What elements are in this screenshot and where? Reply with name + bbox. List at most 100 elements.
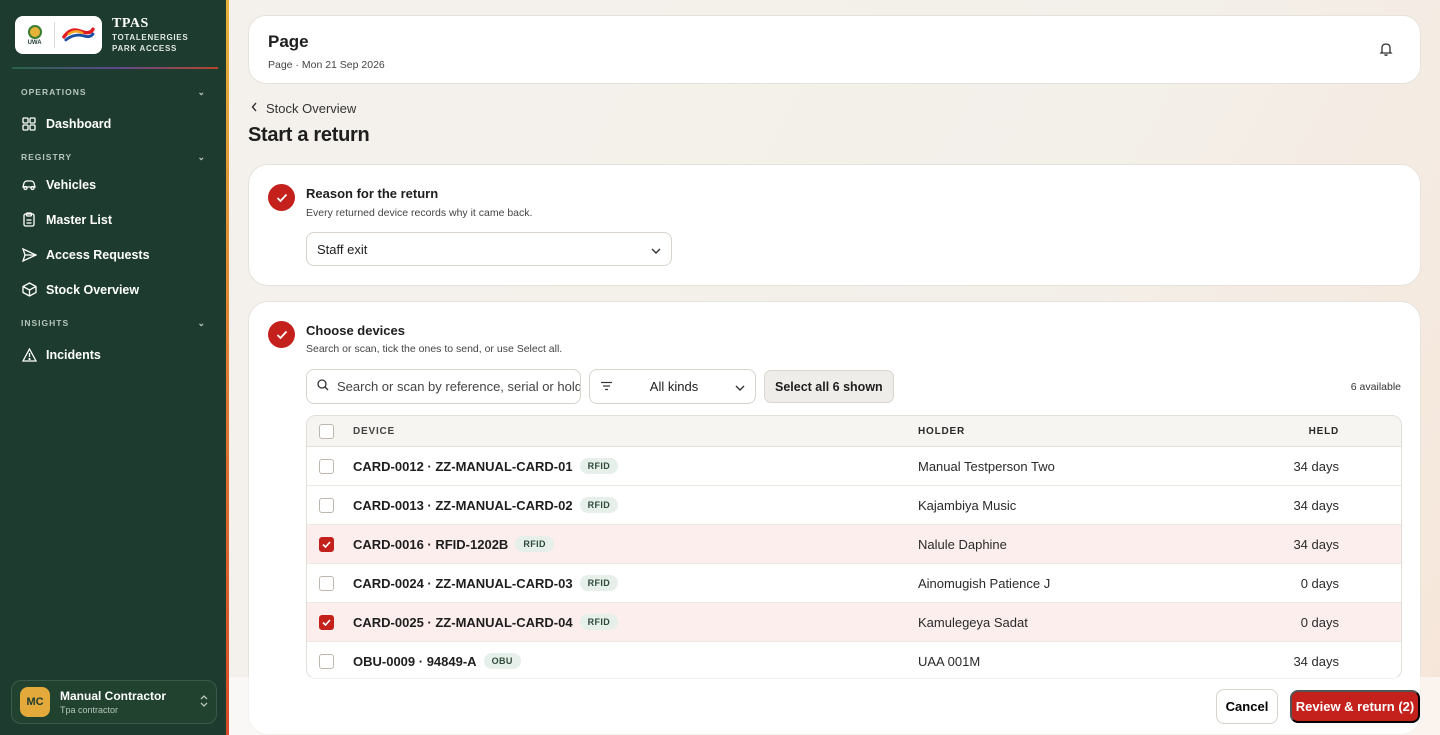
- holder-name: Ainomugish Patience J: [918, 575, 1051, 591]
- user-menu[interactable]: MC Manual Contractor Tpa contractor: [11, 680, 217, 724]
- sidebar-item-master-list[interactable]: Master List: [0, 202, 226, 237]
- brand-logo: UWA: [15, 16, 102, 54]
- table-row[interactable]: CARD-0024 · ZZ-MANUAL-CARD-03 RFID Ainom…: [307, 564, 1401, 603]
- device-kind-badge: RFID: [579, 458, 619, 474]
- row-checkbox[interactable]: [319, 575, 334, 591]
- held-duration: 0 days: [1300, 575, 1339, 591]
- brand[interactable]: UWA TPAS TOTALENERGIES PARK ACCESS: [15, 16, 188, 54]
- sidebar-item-vehicles[interactable]: Vehicles: [0, 167, 226, 202]
- row-checkbox[interactable]: [319, 497, 334, 513]
- brand-subtitle-2: PARK ACCESS: [112, 44, 178, 53]
- table-row[interactable]: CARD-0016 · RFID-1202B RFID Nalule Daphi…: [307, 525, 1401, 564]
- section-insights[interactable]: INSIGHTS ⌄: [0, 313, 226, 333]
- sidebar-item-stock-overview[interactable]: Stock Overview: [0, 272, 226, 307]
- reason-card: Reason for the return Every returned dev…: [248, 164, 1421, 286]
- check-icon: [268, 184, 295, 211]
- devices-subtitle: Search or scan, tick the ones to send, o…: [306, 343, 563, 355]
- bell-icon[interactable]: [1378, 41, 1394, 57]
- held-duration: 0 days: [1300, 614, 1339, 630]
- select-all-button[interactable]: Select all 6 shown: [764, 370, 894, 403]
- device-name: OBU-0009 · 94849-A: [353, 653, 477, 669]
- table-row[interactable]: CARD-0025 · ZZ-MANUAL-CARD-04 RFID Kamul…: [307, 603, 1401, 642]
- device-kind-badge: OBU: [483, 653, 521, 669]
- clipboard-icon: [21, 212, 37, 228]
- devices-table: DEVICE HOLDER HELD CARD-0012 · ZZ-MANUAL…: [306, 415, 1402, 679]
- car-icon: [21, 177, 37, 193]
- devices-card: Choose devices Search or scan, tick the …: [248, 301, 1421, 735]
- kind-filter-select[interactable]: All kinds: [589, 369, 756, 404]
- totalenergies-logo-icon: [62, 27, 95, 42]
- check-icon: [322, 540, 331, 548]
- device-name: CARD-0024 · ZZ-MANUAL-CARD-03: [353, 575, 573, 591]
- check-icon: [268, 321, 295, 348]
- search-icon: [317, 379, 329, 394]
- reason-select[interactable]: Staff exit: [306, 232, 672, 266]
- warning-icon: [21, 347, 37, 363]
- chevron-up-down-icon: [200, 694, 208, 710]
- brand-title: TPAS: [112, 16, 149, 31]
- brand-divider: [12, 67, 218, 69]
- sidebar-item-dashboard[interactable]: Dashboard: [0, 106, 226, 141]
- held-duration: 34 days: [1293, 458, 1339, 474]
- chevron-down-icon: ⌄: [197, 317, 206, 328]
- device-name: CARD-0012 · ZZ-MANUAL-CARD-01: [353, 458, 573, 474]
- sidebar-nav: OPERATIONS ⌄ Dashboard REGISTRY ⌄ Vehicles…: [0, 82, 226, 372]
- row-checkbox[interactable]: [319, 614, 334, 630]
- column-holder: HOLDER: [918, 425, 966, 437]
- search-input[interactable]: Search or scan by reference, serial or h…: [306, 369, 581, 404]
- top-bar: Page Page · Mon 21 Sep 2026: [248, 15, 1421, 84]
- holder-name: Manual Testperson Two: [918, 458, 1055, 474]
- chevron-down-icon: [651, 242, 661, 257]
- uwa-logo-icon: UWA: [21, 20, 48, 50]
- table-row[interactable]: OBU-0009 · 94849-A OBU UAA 001M 34 days: [307, 642, 1401, 678]
- devices-title: Choose devices: [306, 323, 405, 338]
- table-row[interactable]: CARD-0013 · ZZ-MANUAL-CARD-02 RFID Kajam…: [307, 486, 1401, 525]
- sidebar-item-access-requests[interactable]: Access Requests: [0, 237, 226, 272]
- cancel-button[interactable]: Cancel: [1216, 689, 1278, 724]
- holder-name: Kajambiya Music: [918, 497, 1017, 513]
- table-header: DEVICE HOLDER HELD: [307, 416, 1401, 447]
- check-icon: [322, 618, 331, 626]
- sidebar-item-incidents[interactable]: Incidents: [0, 337, 226, 372]
- holder-name: Nalule Daphine: [918, 536, 1007, 552]
- sidebar: UWA TPAS TOTALENERGIES PARK ACCESS OPERA…: [0, 0, 226, 735]
- held-duration: 34 days: [1293, 653, 1339, 669]
- grid-icon: [21, 116, 37, 132]
- select-all-checkbox[interactable]: [319, 423, 334, 439]
- holder-name: UAA 001M: [918, 653, 981, 669]
- reason-select-value: Staff exit: [317, 241, 368, 257]
- send-icon: [21, 247, 37, 263]
- search-placeholder: Search or scan by reference, serial or h…: [337, 379, 581, 394]
- filter-icon: [600, 379, 613, 394]
- brand-subtitle-1: TOTALENERGIES: [112, 33, 189, 42]
- row-checkbox[interactable]: [319, 653, 334, 669]
- chevron-down-icon: [735, 379, 745, 394]
- section-operations[interactable]: OPERATIONS ⌄: [0, 82, 226, 102]
- section-registry[interactable]: REGISTRY ⌄: [0, 147, 226, 167]
- row-checkbox[interactable]: [319, 458, 334, 474]
- review-return-button[interactable]: Review & return (2): [1290, 690, 1420, 723]
- device-name: CARD-0013 · ZZ-MANUAL-CARD-02: [353, 497, 573, 513]
- column-device: DEVICE: [353, 425, 396, 437]
- reason-title: Reason for the return: [306, 186, 439, 201]
- row-checkbox[interactable]: [319, 536, 334, 552]
- breadcrumb[interactable]: Stock Overview: [251, 101, 356, 116]
- column-held: HELD: [1308, 425, 1339, 437]
- device-name: CARD-0025 · ZZ-MANUAL-CARD-04: [353, 614, 573, 630]
- devices-toolbar: Search or scan by reference, serial or h…: [306, 369, 894, 404]
- breadcrumb-link[interactable]: Stock Overview: [266, 101, 356, 116]
- user-role: Tpa contractor: [60, 705, 119, 715]
- avatar: MC: [20, 687, 50, 717]
- device-name: CARD-0016 · RFID-1202B: [353, 536, 509, 552]
- table-row[interactable]: CARD-0012 · ZZ-MANUAL-CARD-01 RFID Manua…: [307, 447, 1401, 486]
- page-header-subtitle: Page · Mon 21 Sep 2026: [268, 59, 385, 71]
- held-duration: 34 days: [1293, 497, 1339, 513]
- device-kind-badge: RFID: [579, 575, 619, 591]
- available-count: 6 available: [1350, 381, 1401, 393]
- user-name: Manual Contractor: [60, 689, 167, 703]
- device-kind-badge: RFID: [579, 497, 619, 513]
- page-title: Start a return: [248, 124, 370, 146]
- chevron-down-icon: ⌄: [197, 151, 206, 162]
- reason-subtitle: Every returned device records why it cam…: [306, 207, 533, 219]
- kind-filter-value: All kinds: [649, 379, 699, 394]
